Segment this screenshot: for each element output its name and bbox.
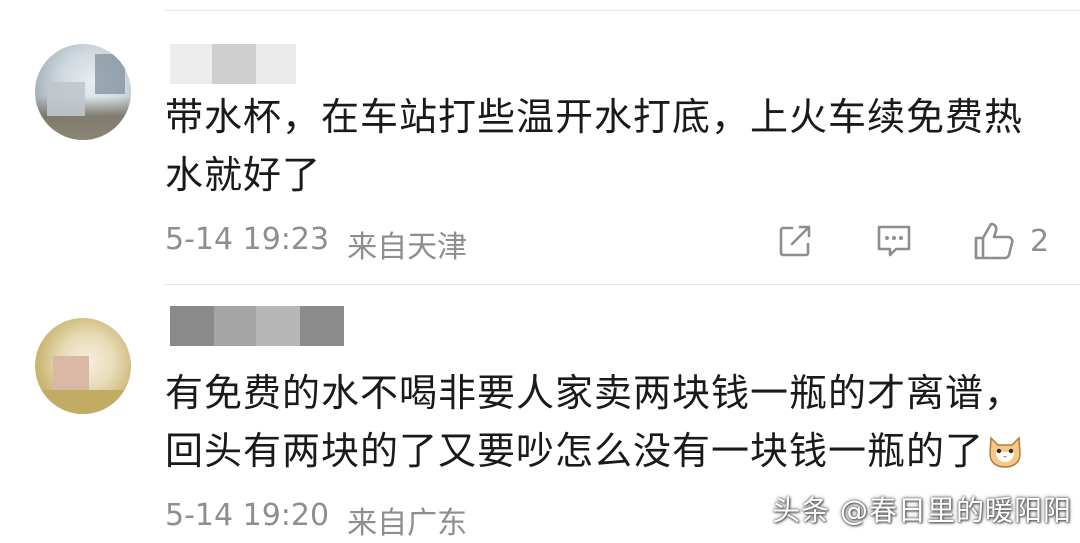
comment-meta: 5-14 19:20 来自广东 [165,498,467,542]
comment-feed: 带水杯，在车站打些温开水打底，上火车续免费热水就好了 5-14 19:23 来自… [0,0,1080,543]
top-divider [165,10,1080,11]
watermark: 头条 @春日里的暖阳阳 [772,494,1072,527]
comment-divider [165,284,1080,285]
username-blurred[interactable] [170,44,296,84]
avatar[interactable] [35,318,131,414]
comment-text: 有免费的水不喝非要人家卖两块钱一瓶的才离谱，回头有两块的了又要吵怎么没有一块钱一… [165,364,1045,480]
like-count: 2 [1030,223,1050,259]
comment-time: 5-14 19:23 [165,222,330,257]
like-button[interactable]: 2 [972,220,1049,262]
comment-location: 来自广东 [347,506,468,541]
comment-meta: 5-14 19:23 来自天津 [165,222,467,266]
comment-text-content: 有免费的水不喝非要人家卖两块钱一瓶的才离谱，回头有两块的了又要吵怎么没有一块钱一… [165,371,1024,473]
comment-text: 带水杯，在车站打些温开水打底，上火车续免费热水就好了 [165,95,1024,197]
avatar[interactable] [35,44,131,140]
username-blurred[interactable] [170,306,344,346]
thumbs-up-icon [974,222,1014,260]
comment-icon [877,225,911,257]
reply-button[interactable] [874,222,914,260]
cat-emoji-icon [989,436,1021,468]
share-button[interactable] [776,222,814,260]
comment-location: 来自天津 [347,230,468,265]
comment-time: 5-14 19:20 [165,498,330,533]
share-icon [779,225,811,257]
